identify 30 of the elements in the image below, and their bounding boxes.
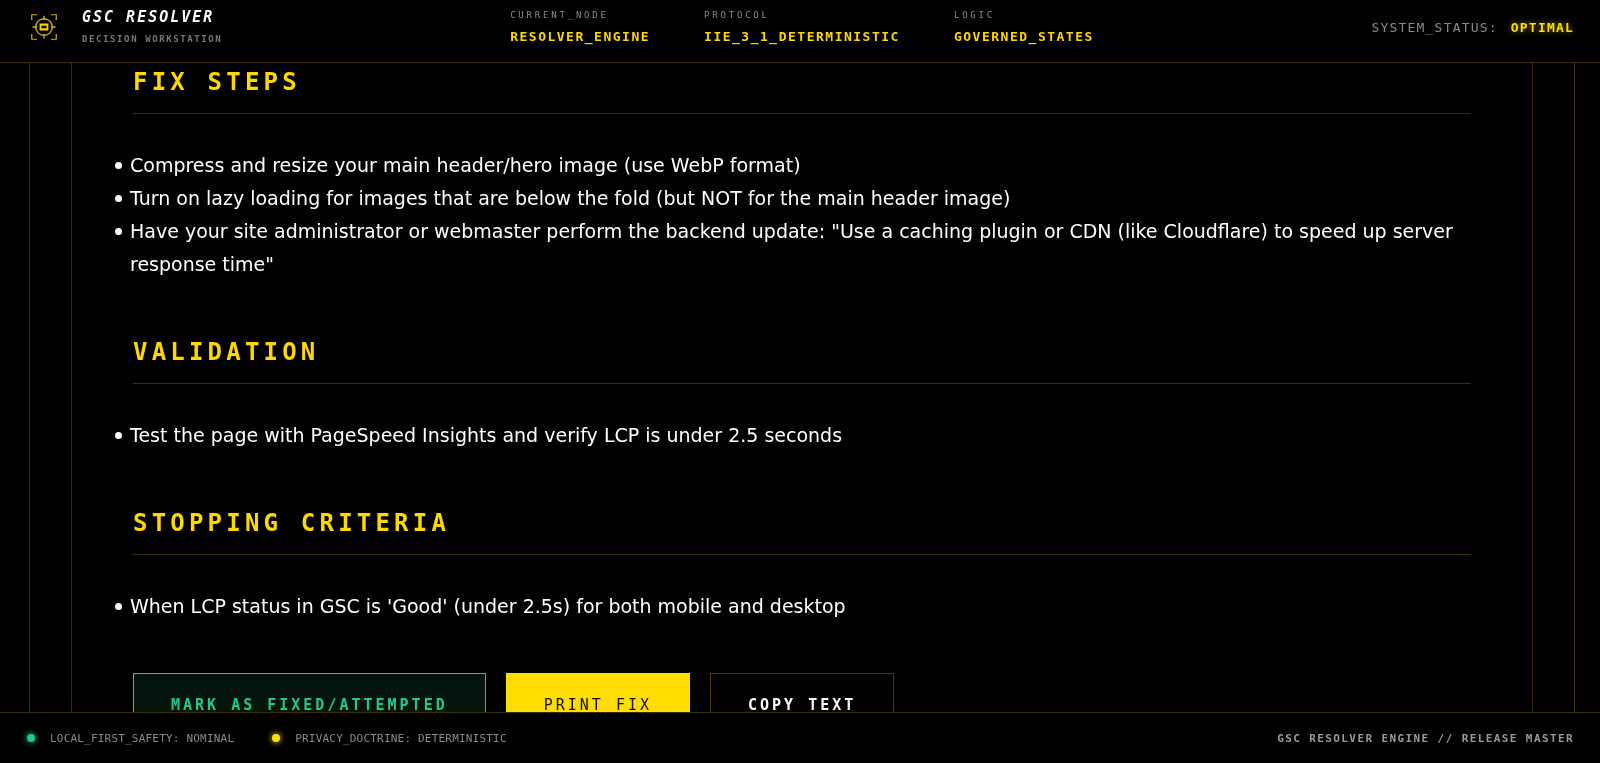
print-button[interactable]: PRINT FIX	[505, 673, 690, 712]
target-chip-logo-icon	[30, 13, 58, 41]
status-label: SYSTEM_STATUS:	[1371, 19, 1498, 35]
section-heading: STOPPING CRITERIA	[133, 509, 1471, 555]
bullet-icon	[115, 195, 122, 202]
mark-fixed-button[interactable]: MARK AS FIXED/ATTEMPTED	[133, 673, 486, 712]
app-title: GSC RESOLVER	[82, 9, 216, 26]
release-label: GSC RESOLVER ENGINE // RELEASE MASTER	[1277, 731, 1574, 745]
app-subtitle: DECISION WORKSTATION	[82, 34, 223, 45]
field-value: RESOLVER_ENGINE	[510, 28, 651, 45]
bullet-icon	[115, 432, 122, 439]
bullet-icon	[115, 228, 122, 235]
bullet-icon	[115, 162, 122, 169]
field-label: PROTOCOL	[704, 9, 771, 21]
list-item-text: Have your site administrator or webmaster perform the backend update: "Use a caching plugin or CDN (like Cloudflare) to speed up server response time"	[130, 219, 1454, 277]
list-item-text: When LCP status in GSC is 'Good' (under 2.5s) for both mobile and desktop	[130, 594, 846, 619]
status-value: OPTIMAL	[1510, 19, 1574, 35]
section-heading: VALIDATION	[133, 338, 1471, 384]
list-item-text: Compress and resize your main header/hero image (use WebP format)	[130, 153, 801, 178]
indicator-label: LOCAL_FIRST_SAFETY: NOMINAL	[50, 731, 235, 745]
field-label: CURRENT_NODE	[510, 9, 610, 21]
list-item-text: Test the page with PageSpeed Insights and verify LCP is under 2.5 seconds	[130, 423, 843, 448]
bullet-icon	[115, 603, 122, 610]
list-item-text: Turn on lazy loading for images that are below the fold (but NOT for the main header image)	[130, 186, 1011, 211]
section-heading: FIX STEPS	[133, 68, 1471, 114]
field-value: GOVERNED_STATES	[953, 28, 1094, 45]
field-value: IIE_3_1_DETERMINISTIC	[704, 28, 900, 45]
copy-button[interactable]: COPY TEXT	[710, 673, 895, 712]
indicator-label: PRIVACY_DOCTRINE: DETERMINISTIC	[295, 731, 507, 745]
field-label: LOGIC	[953, 9, 997, 21]
